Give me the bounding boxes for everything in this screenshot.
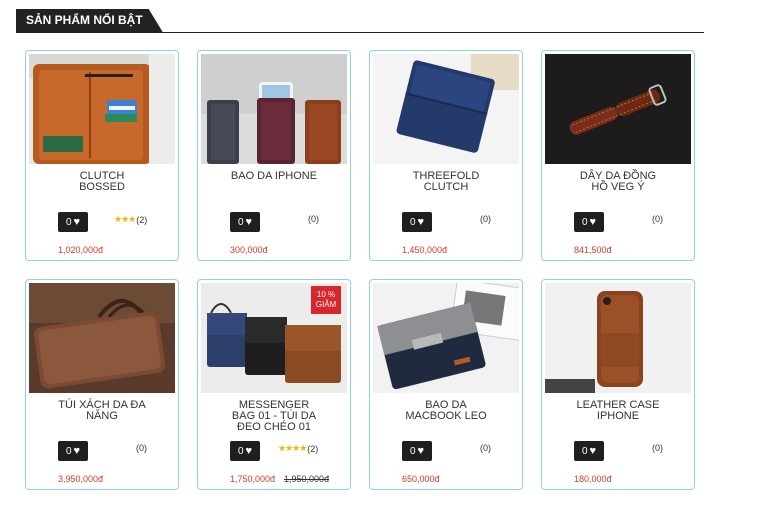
like-count: 0 — [237, 216, 244, 228]
product-image[interactable]: 10 % GIẢM — [201, 283, 347, 393]
rating: ★★★ (2) — [114, 214, 147, 225]
iphone-sleeve-photo — [201, 54, 347, 164]
watch-strap-photo — [545, 54, 691, 164]
like-count: 0 — [581, 216, 588, 228]
heart-icon: ♥ — [589, 445, 597, 457]
like-button[interactable]: 0 ♥ — [58, 441, 88, 461]
product-image[interactable] — [29, 54, 175, 164]
like-count: 0 — [409, 445, 416, 457]
product-card[interactable]: CLUTCH BOSSED 0 ♥ ★★★ (2) 1,020,000đ — [25, 50, 179, 261]
product-image[interactable] — [545, 283, 691, 393]
clutch-bossed-photo — [29, 54, 175, 164]
section-title: SẢN PHẨM NỔI BẬT — [16, 9, 163, 32]
product-card[interactable]: 10 % GIẢM MESSENGER BAG 01 - TÚI DA ĐEO … — [197, 279, 351, 490]
product-card[interactable]: BAO DA MACBOOK LEO 0 ♥ (0) 650,000đ — [369, 279, 523, 490]
product-image[interactable] — [29, 283, 175, 393]
heart-icon: ♥ — [245, 445, 253, 457]
like-count: 0 — [65, 216, 72, 228]
product-name[interactable]: DÂY DA ĐỒNG HỒ VEG Ý — [550, 171, 686, 193]
product-card[interactable]: DÂY DA ĐỒNG HỒ VEG Ý 0 ♥ (0) 841,500đ — [541, 50, 695, 261]
rating-count: (0) — [308, 214, 319, 224]
product-name[interactable]: MESSENGER BAG 01 - TÚI DA ĐEO CHÉO 01 — [206, 400, 342, 433]
rating-count: (0) — [652, 443, 663, 453]
product-name[interactable]: LEATHER CASE IPHONE — [550, 400, 686, 422]
rating-count: (2) — [307, 443, 319, 454]
heart-icon: ♥ — [73, 216, 81, 228]
product-grid: CLUTCH BOSSED 0 ♥ ★★★ (2) 1,020,000đ BAO… — [25, 50, 705, 490]
rating-count: (0) — [480, 443, 491, 453]
like-count: 0 — [237, 445, 244, 457]
product-card[interactable]: TÚI XÁCH DA ĐA NĂNG 0 ♥ (0) 3,950,000đ — [25, 279, 179, 490]
star-rating-icon: ★★★★ — [278, 443, 307, 453]
threefold-clutch-photo — [373, 54, 519, 164]
product-name[interactable]: THREEFOLD CLUTCH — [378, 171, 514, 193]
product-price: 300,000đ — [230, 245, 268, 255]
rating-count: (0) — [136, 443, 147, 453]
product-image[interactable] — [373, 283, 519, 393]
rating: ★★★★ (2) — [278, 443, 318, 454]
product-image[interactable] — [201, 54, 347, 164]
product-name[interactable]: CLUTCH BOSSED — [34, 171, 170, 193]
product-price: 180,000đ — [574, 474, 612, 484]
product-name[interactable]: BAO DA IPHONE — [206, 171, 342, 182]
like-button[interactable]: 0 ♥ — [402, 441, 432, 461]
leather-briefcase-photo — [29, 283, 175, 393]
heart-icon: ♥ — [73, 445, 81, 457]
heart-icon: ♥ — [417, 216, 425, 228]
rating-count: (2) — [136, 214, 148, 225]
product-old-price: 1,950,000đ — [284, 474, 330, 484]
product-image[interactable] — [545, 54, 691, 164]
heart-icon: ♥ — [245, 216, 253, 228]
product-price: 3,950,000đ — [58, 474, 104, 484]
discount-badge: 10 % GIẢM — [311, 286, 341, 314]
like-count: 0 — [409, 216, 416, 228]
product-card[interactable]: THREEFOLD CLUTCH 0 ♥ (0) 1,450,000đ — [369, 50, 523, 261]
like-button[interactable]: 0 ♥ — [402, 212, 432, 232]
rating-count: (0) — [652, 214, 663, 224]
like-button[interactable]: 0 ♥ — [58, 212, 88, 232]
like-count: 0 — [581, 445, 588, 457]
like-button[interactable]: 0 ♥ — [574, 441, 604, 461]
product-price: 1,020,000đ — [58, 245, 104, 255]
product-card[interactable]: LEATHER CASE IPHONE 0 ♥ (0) 180,000đ — [541, 279, 695, 490]
product-price: 1,750,000đ — [230, 474, 276, 484]
section-header: SẢN PHẨM NỔI BẬT — [16, 9, 704, 33]
product-price: 650,000đ — [402, 474, 440, 484]
star-rating-icon: ★★★ — [114, 214, 136, 224]
product-card[interactable]: BAO DA IPHONE 0 ♥ (0) 300,000đ — [197, 50, 351, 261]
like-button[interactable]: 0 ♥ — [230, 441, 260, 461]
product-name[interactable]: TÚI XÁCH DA ĐA NĂNG — [34, 400, 170, 422]
product-name[interactable]: BAO DA MACBOOK LEO — [378, 400, 514, 422]
heart-icon: ♥ — [417, 445, 425, 457]
like-button[interactable]: 0 ♥ — [574, 212, 604, 232]
rating-count: (0) — [480, 214, 491, 224]
like-count: 0 — [65, 445, 72, 457]
product-price: 1,450,000đ — [402, 245, 448, 255]
like-button[interactable]: 0 ♥ — [230, 212, 260, 232]
heart-icon: ♥ — [589, 216, 597, 228]
leather-iphone-case-photo — [545, 283, 691, 393]
product-image[interactable] — [373, 54, 519, 164]
product-price: 841,500đ — [574, 245, 612, 255]
macbook-sleeve-photo — [373, 283, 519, 393]
